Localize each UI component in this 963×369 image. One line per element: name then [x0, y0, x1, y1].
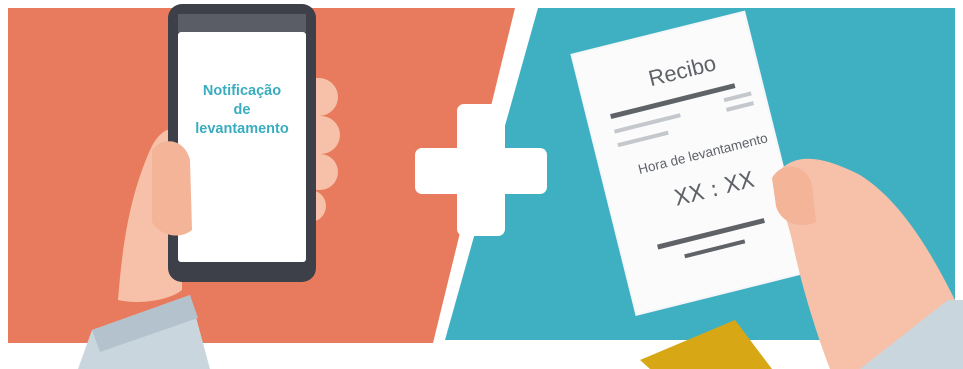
notification-line-1: Notificação [202, 83, 282, 99]
smartphone-icon [168, 4, 316, 282]
phone-notification-text: Notificação de levantamento [180, 82, 304, 139]
illustration-scene: Recibo Hora de levantamento XX : XX [8, 4, 963, 369]
thumb [152, 141, 192, 236]
notification-line-3: levantamento [195, 121, 289, 137]
notification-line-2: de [233, 102, 251, 118]
